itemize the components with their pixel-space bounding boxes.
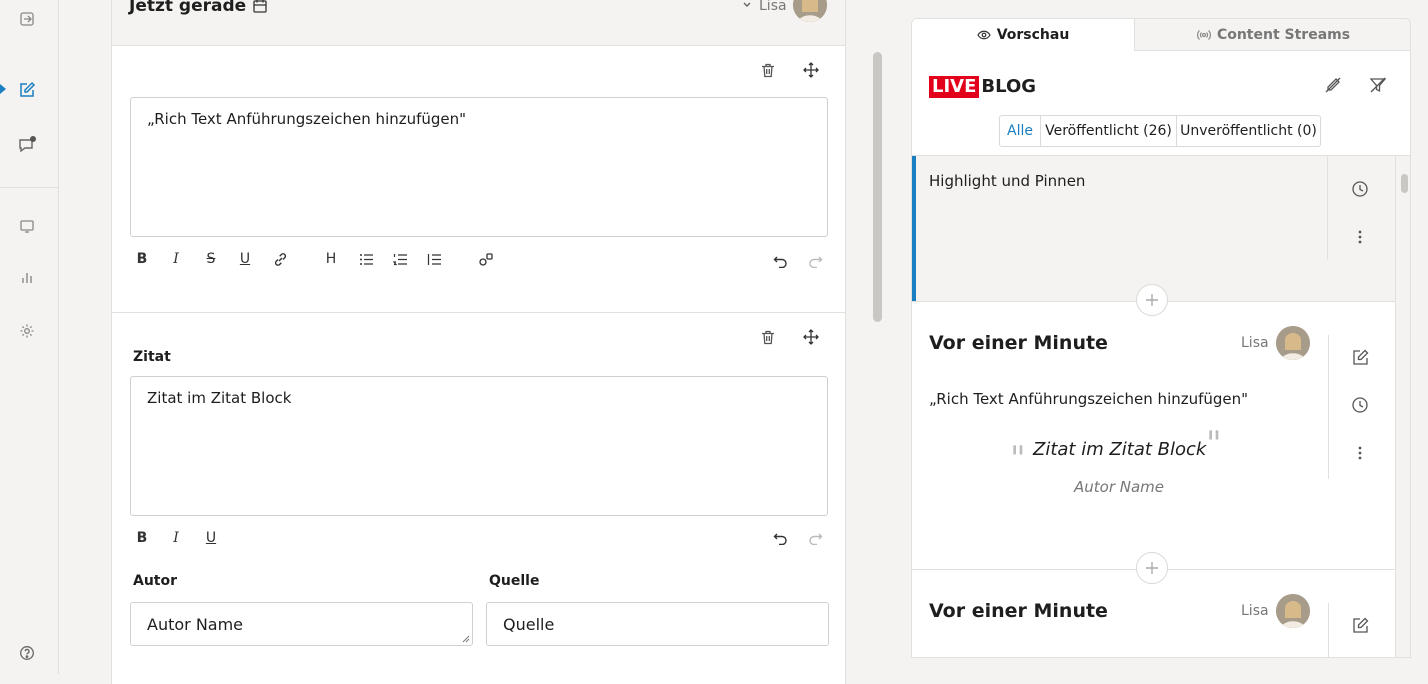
filter-published[interactable]: Veröffentlicht (26)	[1041, 115, 1177, 147]
undo-icon[interactable]	[768, 526, 792, 550]
edit-post-icon[interactable]	[1348, 345, 1372, 369]
editor-header: Jetzt gerade Lisa	[112, 0, 845, 46]
clock-icon[interactable]	[1348, 393, 1372, 417]
move-block-icon[interactable]	[799, 58, 823, 82]
quote-open-icon: "	[1010, 439, 1026, 479]
calendar-icon[interactable]	[252, 0, 268, 14]
edit-post-icon[interactable]	[1348, 613, 1372, 637]
move-block-icon[interactable]	[799, 325, 823, 349]
left-navigation	[0, 0, 59, 674]
more-options-icon[interactable]	[1348, 225, 1372, 249]
underline-button[interactable]: U	[199, 526, 223, 550]
post-time: Vor einer Minute	[929, 332, 1108, 354]
post-text: Highlight und Pinnen	[929, 172, 1086, 190]
post-quote: " Zitat im Zitat Block " Autor Name	[1010, 424, 1222, 496]
link-icon[interactable]	[268, 247, 292, 271]
entry-editor: Jetzt gerade Lisa „Rich Text Anführungsz…	[111, 0, 846, 684]
scrollbar[interactable]	[873, 52, 882, 322]
chevron-down-icon[interactable]	[742, 0, 752, 10]
entry-title: Jetzt gerade	[129, 0, 247, 16]
embed-icon[interactable]	[474, 247, 498, 271]
tab-preview[interactable]: Vorschau	[912, 19, 1134, 51]
bullet-list-icon[interactable]	[354, 247, 378, 271]
quote-label: Zitat	[133, 349, 171, 365]
post-text: „Rich Text Anführungszeichen hinzufügen"	[929, 390, 1249, 408]
edit-off-icon[interactable]	[1321, 73, 1345, 97]
author-name[interactable]: Lisa	[759, 0, 787, 14]
underline-button[interactable]: U	[233, 247, 257, 271]
tab-content-streams[interactable]: Content Streams	[1134, 19, 1410, 51]
italic-button[interactable]: I	[164, 526, 188, 550]
source-label: Quelle	[489, 573, 540, 589]
avatar	[1276, 594, 1310, 628]
preview-panel: Vorschau Content Streams LIVE BLOG Alle …	[911, 18, 1411, 658]
filter-unpublished[interactable]: Unveröffentlicht (0)	[1177, 115, 1321, 147]
logout-icon[interactable]	[14, 6, 40, 32]
pinned-post: Highlight und Pinnen	[912, 156, 1395, 301]
display-icon[interactable]	[14, 213, 40, 239]
more-options-icon[interactable]	[1348, 441, 1372, 465]
comments-icon[interactable]	[14, 132, 40, 158]
quote-editor[interactable]: Zitat im Zitat Block	[130, 376, 828, 516]
post-author: Lisa	[1241, 603, 1269, 619]
add-post-button[interactable]	[1136, 552, 1168, 584]
post-time: Vor einer Minute	[929, 600, 1108, 622]
broadcast-icon	[1197, 29, 1211, 40]
preview-scroll-track[interactable]	[1395, 156, 1410, 657]
indent-list-icon[interactable]	[422, 247, 446, 271]
filter-off-icon[interactable]	[1366, 73, 1390, 97]
clock-icon[interactable]	[1348, 177, 1372, 201]
author-label: Autor	[133, 573, 178, 589]
active-indicator	[0, 84, 8, 94]
preview-scroll-thumb[interactable]	[1401, 174, 1408, 193]
source-input[interactable]: Quelle	[486, 602, 829, 646]
statistics-icon[interactable]	[14, 265, 40, 291]
avatar[interactable]	[793, 0, 827, 22]
redo-icon[interactable]	[803, 249, 827, 273]
delete-block-icon[interactable]	[756, 58, 780, 82]
post-author: Lisa	[1241, 335, 1269, 351]
undo-icon[interactable]	[768, 249, 792, 273]
help-icon[interactable]	[14, 640, 40, 666]
bold-button[interactable]: B	[130, 526, 154, 550]
strikethrough-button[interactable]: S	[199, 247, 223, 271]
numbered-list-icon[interactable]	[388, 247, 412, 271]
edit-icon[interactable]	[14, 77, 40, 103]
filter-all[interactable]: Alle	[999, 115, 1041, 147]
add-post-button[interactable]	[1136, 284, 1168, 316]
quote-close-icon: "	[1206, 424, 1222, 464]
liveblog-logo: LIVE BLOG	[929, 76, 1036, 98]
bold-button[interactable]: B	[130, 247, 154, 271]
heading-button[interactable]: H	[319, 247, 343, 271]
delete-block-icon[interactable]	[756, 325, 780, 349]
italic-button[interactable]: I	[164, 247, 188, 271]
settings-gear-icon[interactable]	[14, 318, 40, 344]
author-input[interactable]: Autor Name	[130, 602, 473, 646]
redo-icon[interactable]	[803, 526, 827, 550]
avatar	[1276, 326, 1310, 360]
eye-icon	[976, 30, 991, 40]
rich-text-editor[interactable]: „Rich Text Anführungszeichen hinzufügen"	[130, 97, 828, 237]
